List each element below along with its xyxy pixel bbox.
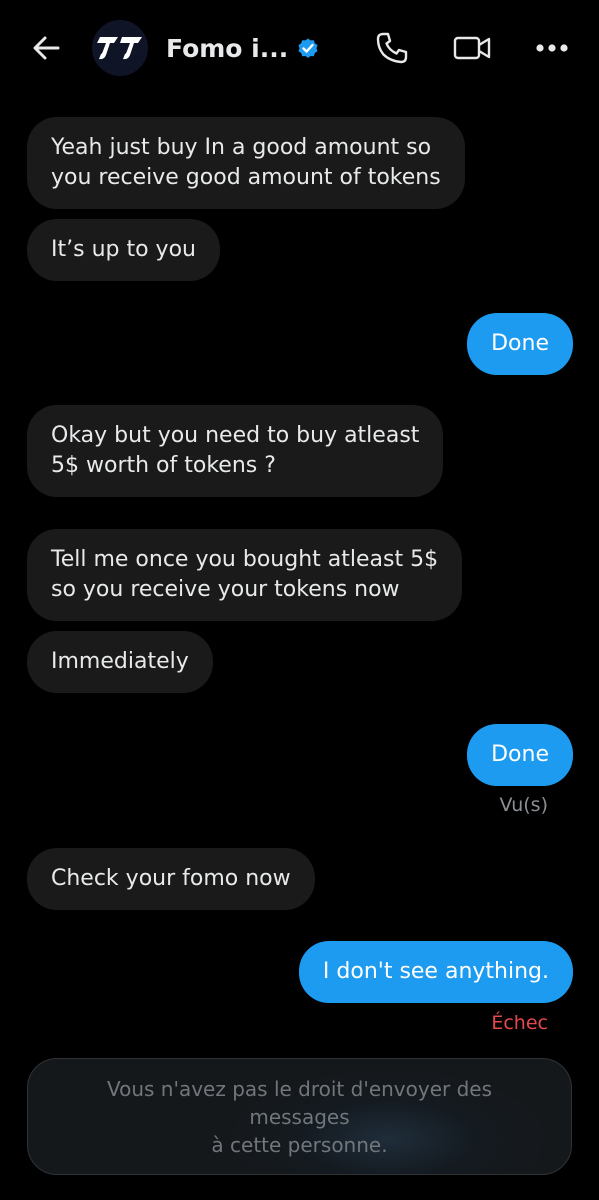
message-incoming[interactable]: Okay but you need to buy atleast 5$ wort…: [27, 405, 444, 497]
contact-name-label: Fomo i...: [166, 33, 289, 63]
message-incoming[interactable]: Yeah just buy In a good amount so you re…: [27, 117, 465, 209]
message-outgoing[interactable]: Done: [467, 313, 573, 375]
message-incoming[interactable]: Immediately: [27, 631, 213, 693]
arrow-left-icon: [33, 36, 60, 60]
phone-icon: [376, 32, 408, 64]
fomo-logo-icon: [97, 37, 142, 60]
message-restriction-notice: Vous n'avez pas le droit d'envoyer des m…: [27, 1058, 572, 1175]
conversation-header: Fomo i...: [0, 0, 599, 96]
message-outgoing[interactable]: I don't see anything.: [298, 941, 573, 1003]
avatar[interactable]: [92, 20, 148, 76]
video-camera-icon: [453, 36, 491, 60]
dm-screen: Fomo i... Yeah just buy In a good amount…: [0, 0, 599, 1200]
seen-status: Vu(s): [499, 794, 548, 816]
message-incoming[interactable]: Check your fomo now: [27, 848, 315, 910]
back-button[interactable]: [28, 30, 64, 66]
failed-status[interactable]: Échec: [491, 1012, 548, 1034]
message-incoming[interactable]: Tell me once you bought atleast 5$ so yo…: [27, 529, 463, 621]
call-button[interactable]: [374, 30, 410, 66]
message-incoming[interactable]: It’s up to you: [27, 219, 220, 281]
verified-badge-icon: [298, 38, 318, 58]
contact-name[interactable]: Fomo i...: [166, 30, 320, 66]
more-horizontal-icon: [536, 44, 568, 52]
more-options-button[interactable]: [532, 30, 572, 66]
message-outgoing[interactable]: Done: [467, 724, 573, 786]
video-call-button[interactable]: [452, 30, 492, 66]
